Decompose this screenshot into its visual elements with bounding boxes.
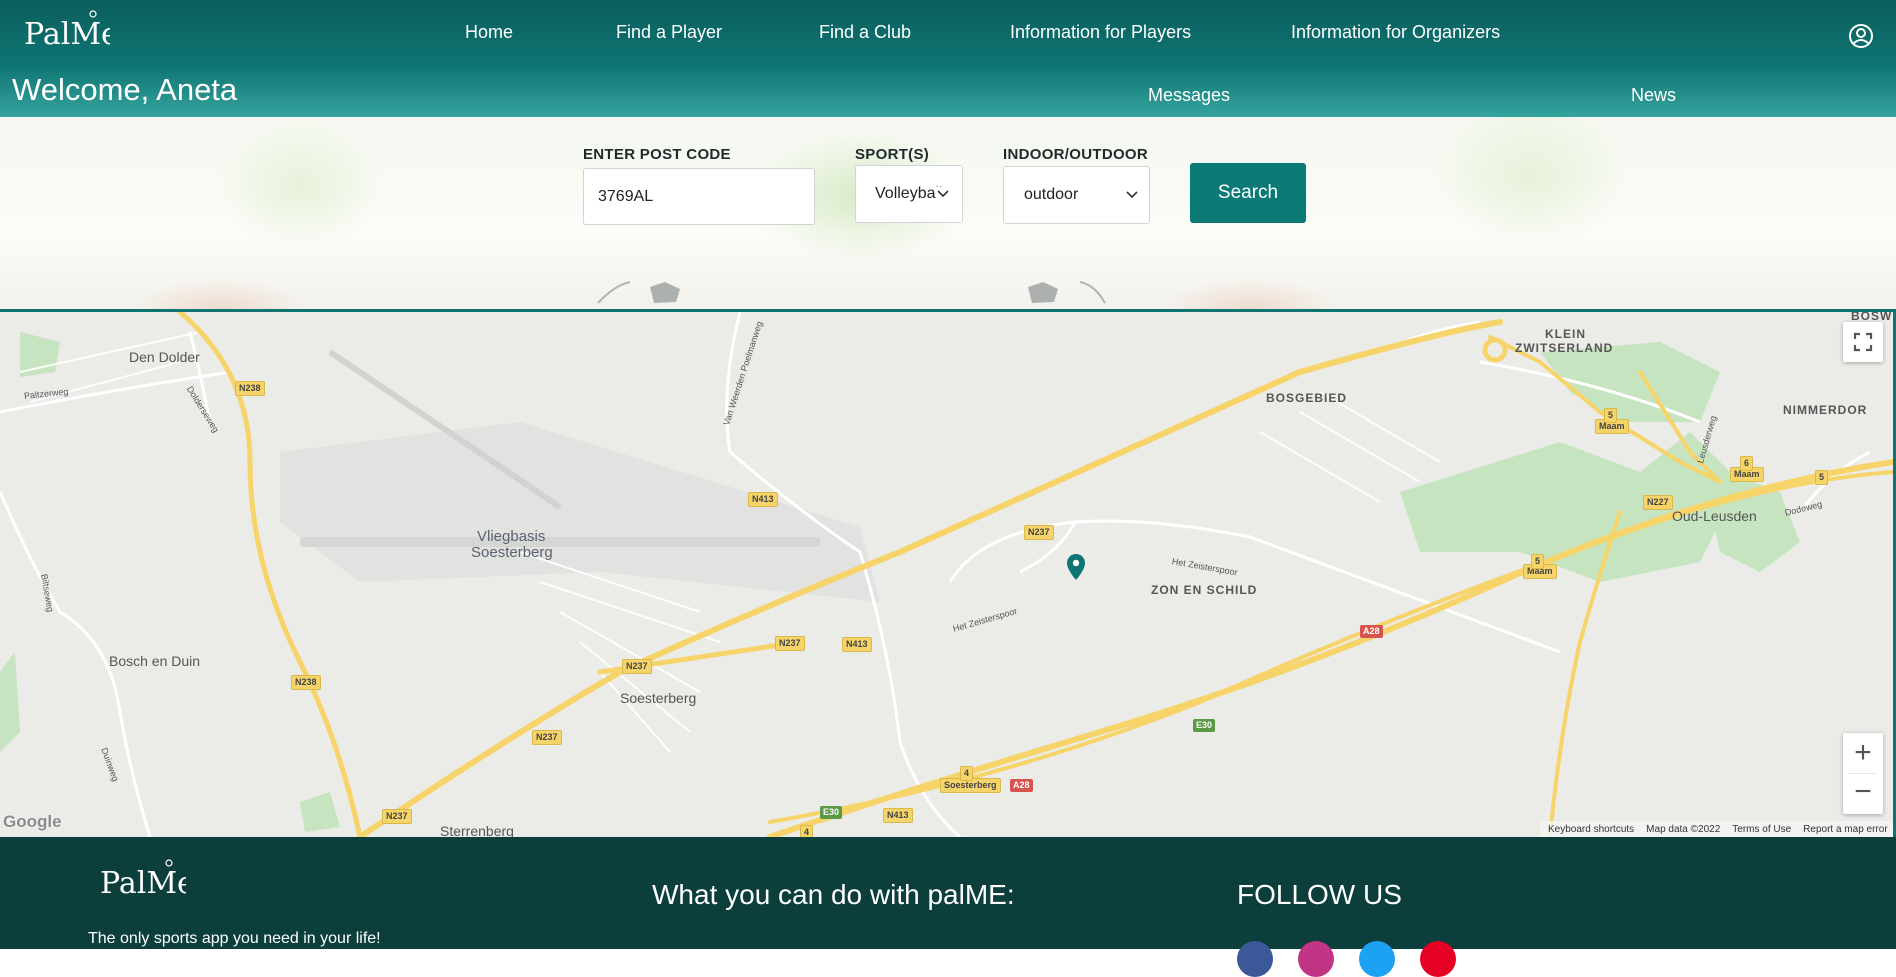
road-shield: N413 <box>842 637 872 652</box>
road-shield: N227 <box>1643 495 1673 510</box>
footer-what-title: What you can do with palME: <box>652 879 1015 910</box>
map-attribution: Keyboard shortcuts Map data ©2022 Terms … <box>1540 821 1893 837</box>
footer-palme-logo[interactable]: PalMe <box>100 857 186 905</box>
map-view[interactable]: Den Dolder Vliegbasis Soesterberg Bosch … <box>0 309 1896 840</box>
zoom-out-button[interactable]: − <box>1843 774 1883 814</box>
postcode-label: ENTER POST CODE <box>583 146 731 163</box>
facebook-icon[interactable] <box>1237 941 1273 977</box>
nav-messages[interactable]: Messages <box>1148 85 1230 106</box>
road-shield: 5 <box>1531 554 1545 569</box>
street-label: Duinweg <box>99 746 121 783</box>
street-label: Leusderweg <box>1695 414 1719 465</box>
footer-logo-text: PalMe <box>100 866 186 901</box>
road-shield: N238 <box>291 675 321 690</box>
street-label: Dodeweg <box>1783 498 1824 518</box>
postcode-input[interactable]: 3769AL <box>583 168 815 225</box>
indoor-outdoor-select[interactable]: outdoor <box>1003 166 1150 224</box>
road-shield: N237 <box>775 636 805 651</box>
nav-news[interactable]: News <box>1631 85 1676 106</box>
road-shield: N238 <box>235 381 265 396</box>
road-shield: E30 <box>1193 719 1216 732</box>
postcode-value: 3769AL <box>598 187 654 205</box>
instagram-icon[interactable] <box>1298 941 1334 977</box>
road-shield: N237 <box>382 809 412 824</box>
road-shield: N237 <box>1024 525 1054 540</box>
search-button[interactable]: Search <box>1190 163 1306 223</box>
place-label: BOSW <box>1851 309 1893 323</box>
street-label: Het Zeisterspoor <box>1171 556 1239 578</box>
fullscreen-button[interactable] <box>1843 322 1883 362</box>
indoor-outdoor-label: INDOOR/OUTDOOR <box>1003 146 1149 163</box>
footer: PalMe The only sports app you need in yo… <box>0 837 1896 977</box>
place-label: NIMMERDOR <box>1783 403 1868 417</box>
twitter-icon[interactable] <box>1359 941 1395 977</box>
sport-label: SPORT(S) <box>855 146 930 163</box>
street-label: Het Zeisterspoor <box>951 605 1019 634</box>
place-label: Den Dolder <box>129 349 200 365</box>
indoor-outdoor-value: outdoor <box>1024 186 1079 203</box>
place-label: Oud-Leusden <box>1672 508 1757 524</box>
chevron-down-icon <box>936 187 950 201</box>
road-shield: 5 <box>1815 470 1829 485</box>
map-data-text: Map data ©2022 <box>1646 823 1721 835</box>
keyboard-shortcuts-link[interactable]: Keyboard shortcuts <box>1548 824 1634 835</box>
sport-value: Volleyball <box>875 185 943 202</box>
road-shield: A28 <box>1010 779 1033 792</box>
footer-follow-title: FOLLOW US <box>1237 879 1402 910</box>
place-label: Soesterberg <box>471 544 553 561</box>
nav-information-for-players[interactable]: Information for Players <box>1010 22 1191 43</box>
fullscreen-icon <box>1853 332 1873 352</box>
place-label: Vliegbasis <box>477 528 546 545</box>
report-error-link[interactable]: Report a map error <box>1803 824 1887 835</box>
place-label: ZON EN SCHILD <box>1151 583 1258 597</box>
road-shield: E30 <box>820 806 843 819</box>
street-label: Paltzerweg <box>23 386 69 401</box>
road-shield: 6 <box>1740 456 1754 471</box>
place-label: Bosch en Duin <box>109 653 201 669</box>
zoom-in-button[interactable]: + <box>1843 733 1883 773</box>
place-label: Soesterberg <box>620 690 697 706</box>
place-label: ZWITSERLAND <box>1515 341 1614 355</box>
search-section: ENTER POST CODE 3769AL SPORT(S) Volleyba… <box>0 117 1896 309</box>
palme-logo[interactable]: PalMe <box>24 8 110 56</box>
user-circle-icon[interactable] <box>1848 23 1874 49</box>
road-shield: 4 <box>960 766 974 781</box>
zoom-control: + − <box>1843 733 1883 814</box>
map-labels: Den Dolder Vliegbasis Soesterberg Bosch … <box>0 312 1893 837</box>
pinterest-icon[interactable] <box>1420 941 1456 977</box>
road-shield: 5 <box>1604 408 1618 423</box>
place-label: BOSGEBIED <box>1266 391 1348 405</box>
road-shield: N413 <box>883 808 913 823</box>
nav-information-for-organizers[interactable]: Information for Organizers <box>1291 22 1500 43</box>
logo-text: PalMe <box>24 17 110 52</box>
road-shield: A28 <box>1360 625 1383 638</box>
chevron-down-icon <box>1126 191 1138 199</box>
nav-home[interactable]: Home <box>465 22 513 43</box>
location-pin-icon[interactable] <box>1066 553 1086 581</box>
street-label: Van Weerden Poelmanweg <box>721 320 765 427</box>
street-label: Biltseweg <box>39 573 56 613</box>
sport-select[interactable]: Volleyball <box>855 165 963 223</box>
street-label: Dolderseweg <box>184 384 222 435</box>
footer-tagline: The only sports app you need in your lif… <box>88 930 381 947</box>
road-shield: N237 <box>532 730 562 745</box>
google-logo[interactable]: Google <box>3 812 62 832</box>
road-shield: N413 <box>748 492 778 507</box>
place-label: KLEIN <box>1545 327 1586 341</box>
welcome-heading: Welcome, Aneta <box>12 72 238 107</box>
terms-link[interactable]: Terms of Use <box>1732 824 1791 835</box>
top-header: PalMe Home Find a Player Find a Club Inf… <box>0 0 1896 117</box>
nav-find-a-player[interactable]: Find a Player <box>616 22 722 43</box>
nav-find-a-club[interactable]: Find a Club <box>819 22 911 43</box>
road-shield: N237 <box>622 659 652 674</box>
